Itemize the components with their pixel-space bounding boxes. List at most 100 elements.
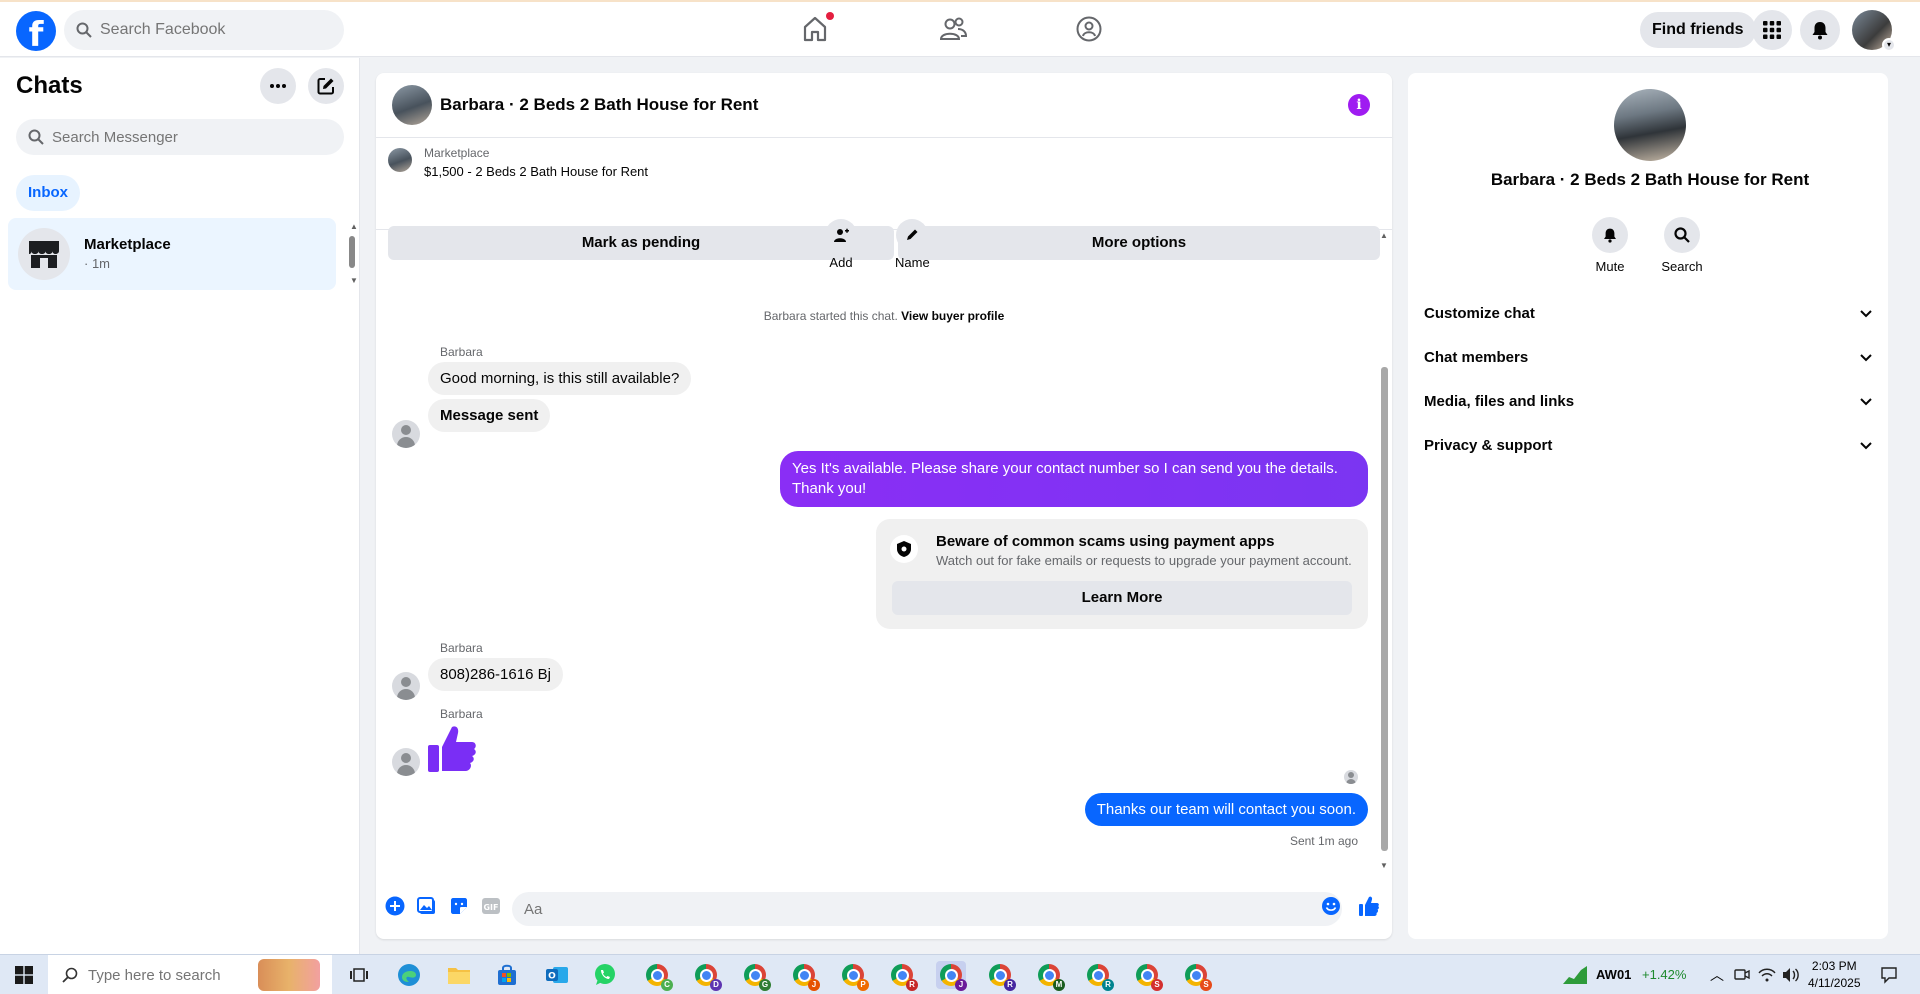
add-member-control[interactable]: Add	[825, 219, 857, 270]
find-friends-button[interactable]: Find friends	[1640, 12, 1756, 48]
chat-options-button[interactable]	[260, 68, 296, 104]
name-chat-control[interactable]: Name	[895, 219, 930, 270]
chrome-profile-d-icon[interactable]: D	[691, 961, 722, 991]
friends-nav-button[interactable]	[938, 14, 970, 46]
chat-thread-marketplace[interactable]: Marketplace · 1m	[8, 218, 336, 290]
messenger-search-input[interactable]	[52, 128, 322, 146]
mute-label: Mute	[1595, 259, 1625, 274]
notification-center-icon[interactable]	[1880, 966, 1898, 989]
microsoft-store-icon[interactable]	[492, 961, 522, 989]
chat-members-section[interactable]: Chat members	[1424, 340, 1880, 376]
home-nav-button[interactable]	[800, 12, 834, 46]
chrome-profile-s-icon[interactable]: S	[1132, 961, 1163, 991]
scroll-up-arrow-icon[interactable]: ▲	[1380, 231, 1388, 240]
system-clock[interactable]: 2:03 PM 4/11/2025	[1808, 958, 1861, 992]
scrollbar-thumb[interactable]	[1381, 367, 1388, 851]
add-label: Add	[829, 255, 853, 270]
scroll-down-arrow-icon[interactable]: ▼	[1380, 861, 1388, 870]
incoming-message[interactable]: 808)286-1616 Bj	[428, 658, 563, 691]
chats-sidebar: Chats Inbox Marketplace · 1m ▲ ▼	[0, 58, 360, 954]
compose-icon	[317, 78, 334, 95]
chats-title: Chats	[16, 72, 83, 99]
menu-button[interactable]	[1752, 10, 1792, 50]
more-horizontal-icon	[270, 84, 286, 88]
taskbar-search-box[interactable]	[48, 955, 332, 994]
pencil-icon	[907, 229, 918, 240]
sender-avatar[interactable]	[392, 672, 420, 700]
message-input[interactable]	[524, 892, 1284, 926]
windows-start-button[interactable]	[0, 955, 48, 994]
file-explorer-icon[interactable]	[444, 961, 474, 989]
facebook-search-box[interactable]	[64, 10, 344, 50]
meet-now-icon[interactable]	[1734, 967, 1750, 988]
chrome-profile-m-icon[interactable]: M	[1034, 961, 1065, 991]
view-buyer-profile-link[interactable]: View buyer profile	[901, 309, 1004, 323]
conversation-scrollbar[interactable]: ▲ ▼	[1378, 231, 1390, 881]
outgoing-message[interactable]: Yes It's available. Please share your co…	[780, 451, 1368, 507]
grid-menu-icon	[1763, 21, 1781, 39]
message-list: Add Name Barbara started this chat. View…	[376, 219, 1392, 881]
stock-chart-icon[interactable]	[1562, 965, 1588, 990]
new-message-button[interactable]	[308, 68, 344, 104]
message-input-box[interactable]	[512, 892, 1342, 926]
scrollbar-thumb[interactable]	[349, 236, 355, 268]
messenger-search-box[interactable]	[16, 119, 344, 155]
section-label: Chat members	[1424, 349, 1529, 366]
info-icon[interactable]: i	[1348, 94, 1370, 116]
sidebar-scrollbar[interactable]: ▲ ▼	[348, 222, 358, 285]
task-view-icon[interactable]	[344, 961, 374, 989]
taskbar-search-input[interactable]	[88, 966, 258, 984]
incoming-message[interactable]: Message sent	[428, 399, 551, 432]
conversation-panel: Barbara · 2 Beds 2 Bath House for Rent i…	[376, 73, 1392, 939]
privacy-support-section[interactable]: Privacy & support	[1424, 428, 1880, 464]
thumbs-up-sticker-icon[interactable]	[426, 723, 478, 780]
incoming-message[interactable]: Good morning, is this still available?	[428, 362, 692, 395]
conversation-title[interactable]: Barbara · 2 Beds 2 Bath House for Rent	[440, 95, 758, 115]
inbox-tab[interactable]: Inbox	[16, 175, 80, 211]
chat-details-avatar[interactable]	[1614, 89, 1686, 161]
learn-more-button[interactable]: Learn More	[892, 581, 1352, 615]
outgoing-message[interactable]: Thanks our team will contact you soon.	[1084, 793, 1368, 826]
stock-change[interactable]: +1.42%	[1642, 967, 1686, 982]
groups-nav-button[interactable]	[1074, 14, 1106, 46]
chrome-profile-r-icon[interactable]: R	[985, 961, 1016, 991]
photo-icon[interactable]	[416, 895, 438, 917]
facebook-logo-icon[interactable]: f	[16, 11, 56, 51]
chrome-profile-s-icon[interactable]: S	[1181, 961, 1212, 991]
sender-avatar[interactable]	[392, 748, 420, 776]
notifications-button[interactable]	[1800, 10, 1840, 50]
chrome-profile-j-icon[interactable]: J	[789, 961, 820, 991]
chrome-profile-r-icon[interactable]: R	[887, 961, 918, 991]
listing-title[interactable]: $1,500 - 2 Beds 2 Bath House for Rent	[424, 164, 648, 179]
outlook-icon[interactable]: O	[542, 961, 572, 989]
chrome-profile-c-icon[interactable]: C	[642, 961, 673, 991]
whatsapp-icon[interactable]	[590, 961, 620, 989]
sender-avatar[interactable]	[392, 420, 420, 448]
wifi-icon[interactable]	[1758, 967, 1776, 988]
stock-symbol[interactable]: AW01	[1596, 967, 1631, 982]
like-icon[interactable]	[1358, 895, 1380, 917]
customize-chat-section[interactable]: Customize chat	[1424, 296, 1880, 332]
home-icon	[803, 16, 827, 42]
scroll-up-arrow-icon[interactable]: ▲	[350, 222, 358, 231]
sticker-icon[interactable]	[448, 895, 470, 917]
volume-icon[interactable]	[1782, 967, 1800, 988]
chrome-profile-g-icon[interactable]: G	[740, 961, 771, 991]
scroll-down-arrow-icon[interactable]: ▼	[350, 276, 358, 285]
chrome-profile-r-icon[interactable]: R	[1083, 961, 1114, 991]
search-icon	[28, 129, 44, 145]
plus-icon[interactable]	[384, 895, 406, 917]
gif-icon[interactable]: GIF	[480, 895, 502, 917]
chrome-profile-j-active-icon[interactable]: J	[936, 961, 967, 991]
media-files-links-section[interactable]: Media, files and links	[1424, 384, 1880, 420]
facebook-search-input[interactable]	[100, 21, 320, 39]
mute-button[interactable]: Mute	[1580, 217, 1640, 274]
chevron-up-icon[interactable]: ︿	[1710, 965, 1724, 985]
listing-thumbnail[interactable]	[388, 148, 412, 172]
edge-browser-icon[interactable]	[394, 961, 424, 989]
emoji-icon[interactable]	[1320, 895, 1342, 917]
conversation-avatar[interactable]	[392, 85, 432, 125]
search-in-conversation-button[interactable]: Search	[1652, 217, 1712, 274]
chrome-profile-p-icon[interactable]: P	[838, 961, 869, 991]
profile-avatar-button[interactable]: ▾	[1852, 10, 1896, 52]
